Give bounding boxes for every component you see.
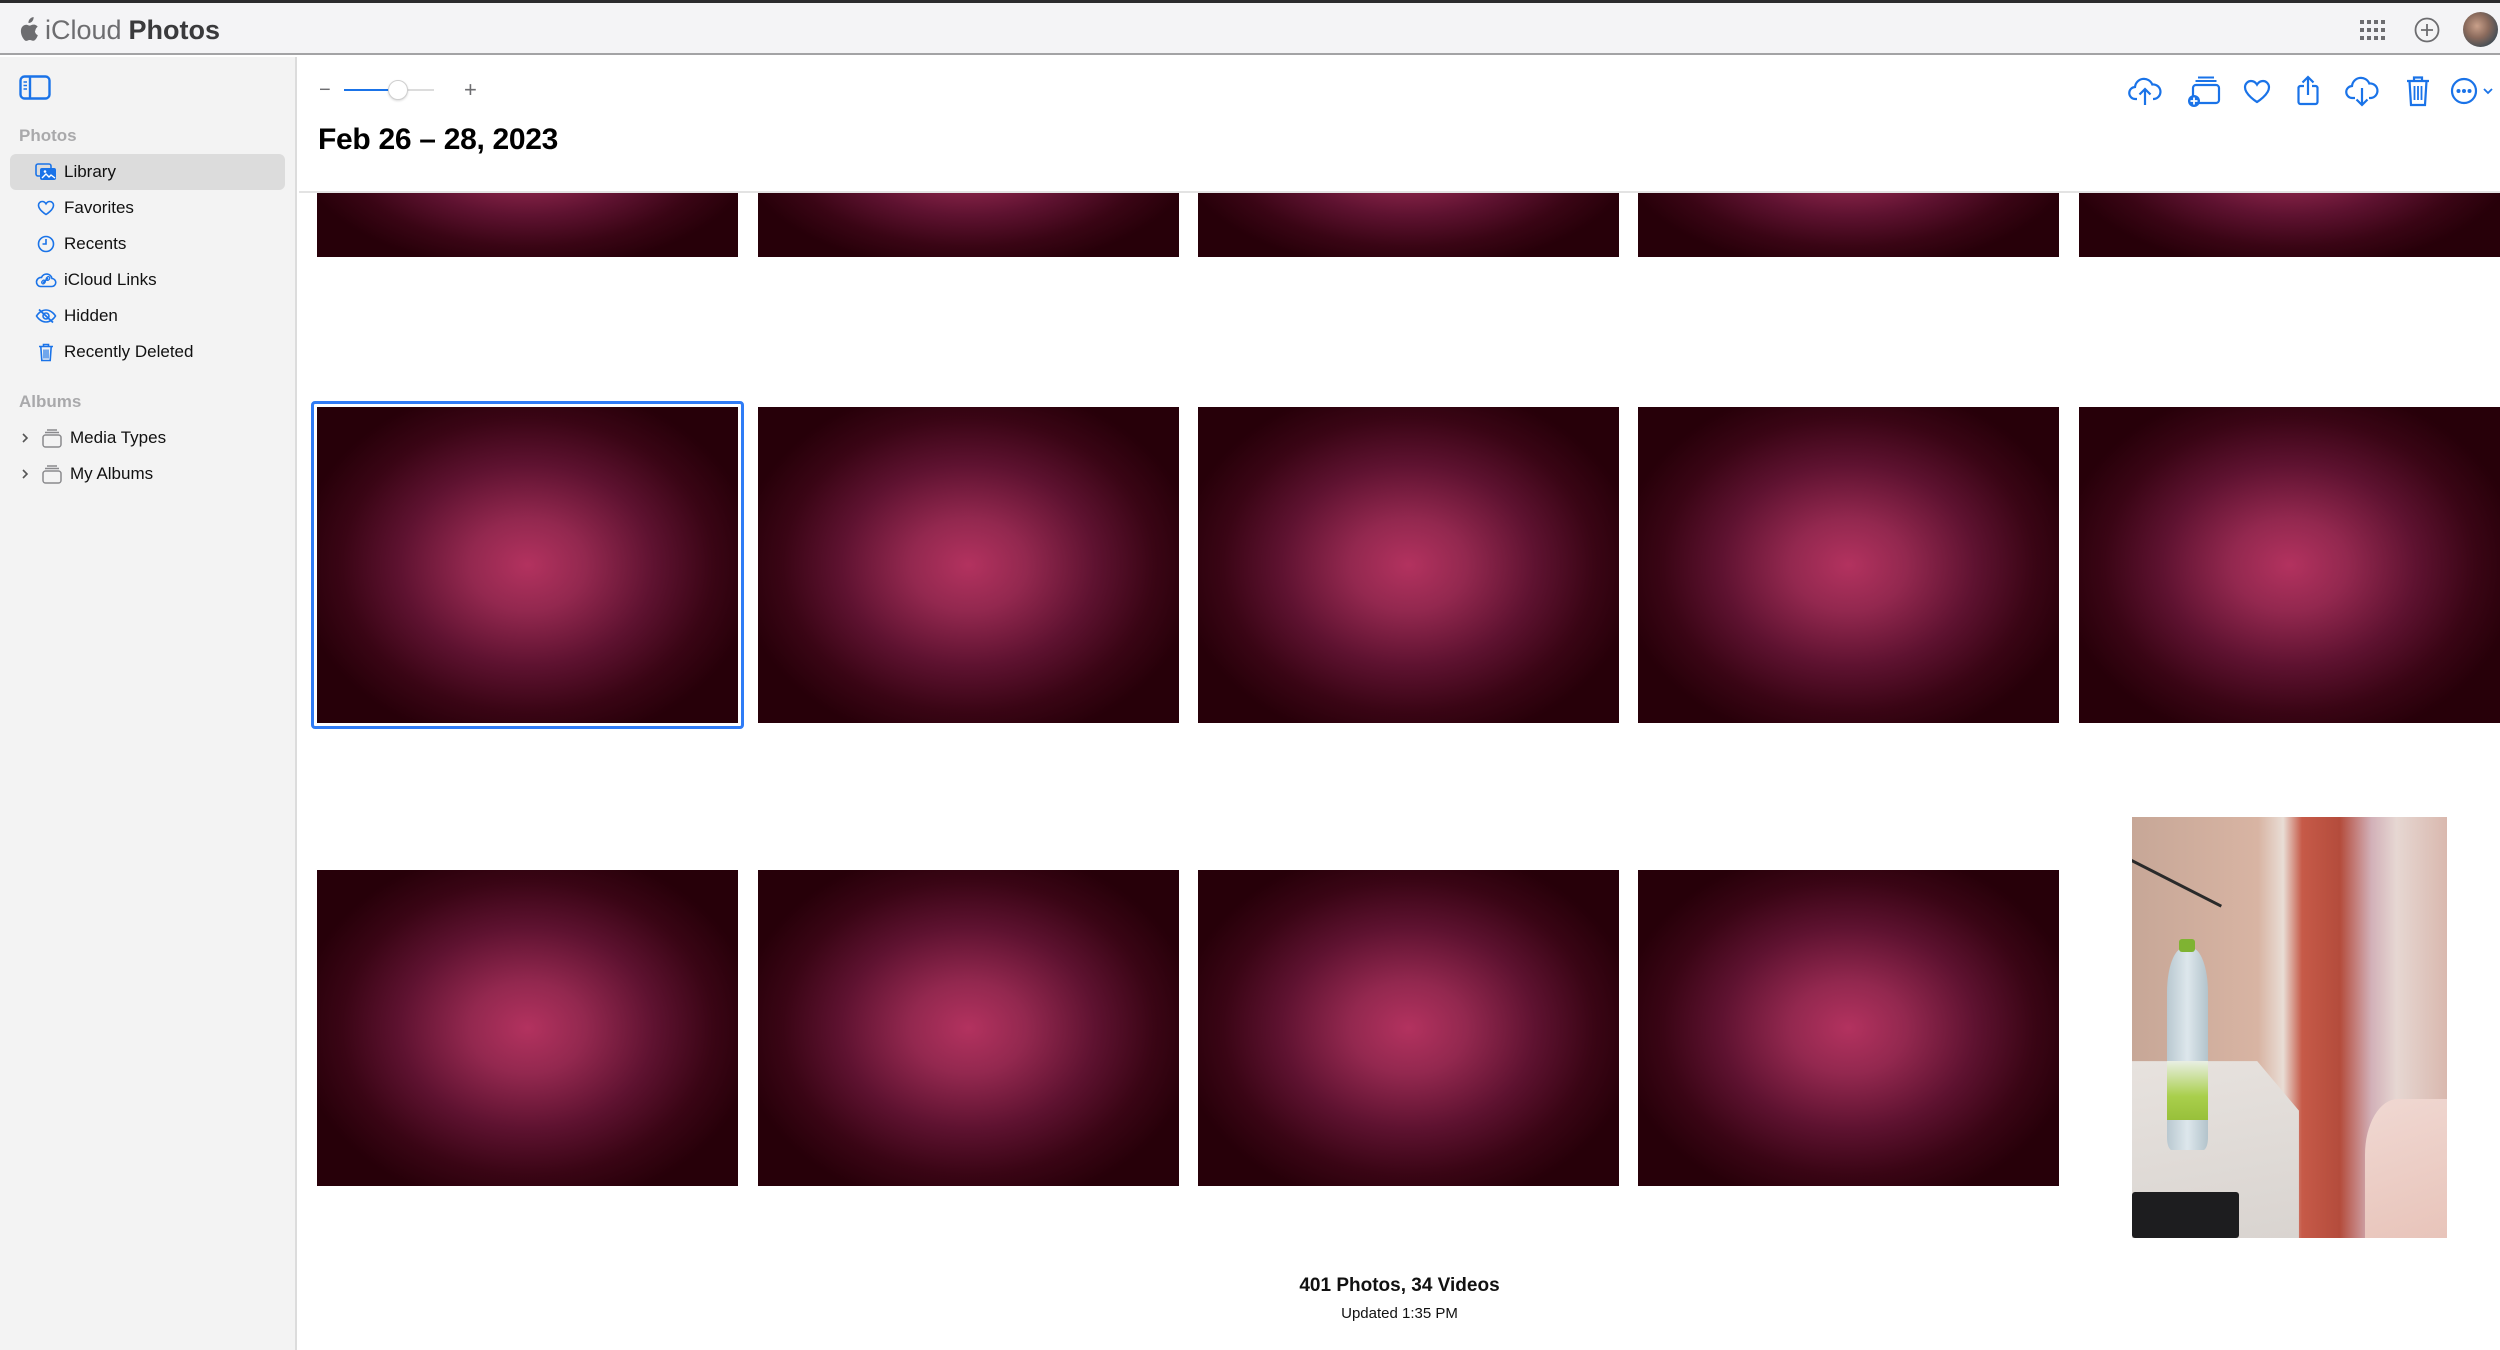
apps-grid-icon [2360,20,2385,40]
sidebar-section-photos: Photos [19,126,77,145]
clock-icon [35,233,57,255]
photo-thumbnail[interactable] [2079,193,2500,257]
delete-icon [2407,76,2429,107]
favorite-icon [2243,79,2271,103]
photo-detail-label [2166,1061,2208,1121]
photo-thumbnail-selected[interactable] [311,401,744,729]
photo-thumbnail[interactable] [758,193,1179,257]
last-updated: Updated 1:35 PM [1341,1305,1458,1322]
trash-icon [35,341,57,363]
heart-icon [35,197,57,219]
more-icon [2450,77,2493,105]
date-range-title: Feb 26 – 28, 2023 [318,123,559,156]
chevron-right-icon[interactable] [18,467,32,481]
upload-icon [2128,77,2162,105]
sidebar-item-favorites[interactable]: Favorites [10,190,285,226]
photo-thumbnail[interactable] [2079,407,2500,723]
favorite-button[interactable] [2237,71,2277,111]
app-header: iCloud Photos [0,3,2500,55]
photo-detail-bed [2365,1099,2447,1238]
sidebar: Photos Library Favorites Recents iCloud … [0,57,297,1350]
sidebar-toggle-button[interactable] [19,75,51,101]
sidebar-item-icloud-links[interactable]: iCloud Links [10,262,285,298]
photo-toolbar [299,71,2500,111]
sidebar-item-label: Favorites [64,198,134,217]
photo-thumbnail[interactable] [317,193,738,257]
sidebar-item-recents[interactable]: Recents [10,226,285,262]
sidebar-section-albums: Albums [19,392,82,411]
album-stack-icon [42,465,62,484]
photo-thumbnail[interactable] [1198,407,1619,723]
download-icon [2345,76,2379,107]
app-brand[interactable]: iCloud Photos [17,13,220,47]
photo-thumbnail[interactable] [758,870,1179,1186]
add-circle-icon [2414,17,2440,43]
photo-thumbnail[interactable] [1198,193,1619,257]
sidebar-item-label: Hidden [64,306,118,325]
add-to-album-button[interactable] [2184,71,2224,111]
photo-thumbnail[interactable] [1198,870,1619,1186]
sidebar-item-label: My Albums [70,464,154,483]
library-count: 401 Photos, 34 Videos [1299,1275,1500,1296]
sidebar-item-library[interactable]: Library [10,154,285,190]
library-icon [35,161,57,183]
sidebar-item-hidden[interactable]: Hidden [10,298,285,334]
brand-name: Photos [128,14,221,45]
more-actions-button[interactable] [2450,71,2496,111]
sidebar-item-label: Media Types [70,428,167,447]
sidebar-toggle-icon [19,75,51,100]
photo-thumbnail[interactable] [1638,193,2059,257]
sidebar-item-label: Library [64,162,116,181]
sidebar-item-recently-deleted[interactable]: Recently Deleted [10,334,285,370]
add-button[interactable] [2410,13,2444,47]
upload-button[interactable] [2125,71,2165,111]
share-button[interactable] [2288,71,2328,111]
sidebar-item-label: iCloud Links [64,270,157,289]
brand-prefix: iCloud [45,14,122,45]
add-to-album-icon [2188,76,2221,107]
download-button[interactable] [2342,71,2382,111]
main-content: − + Feb 26 – 28, 2023 401 Photos, 34 Vid… [299,57,2500,1350]
cloud-link-icon [35,269,57,291]
apps-grid-button[interactable] [2356,13,2390,47]
sidebar-item-label: Recently Deleted [64,342,194,361]
sidebar-item-label: Recents [64,234,127,253]
apple-logo-icon [20,17,38,41]
sidebar-item-media-types[interactable]: Media Types [10,420,285,456]
sidebar-item-my-albums[interactable]: My Albums [10,456,285,492]
photo-thumbnail-room[interactable] [2132,817,2447,1238]
photo-grid [299,191,2500,1350]
photo-thumbnail[interactable] [1638,870,2059,1186]
album-stack-icon [42,429,62,448]
account-avatar[interactable] [2463,12,2498,47]
photo-detail-cap [2179,939,2195,952]
share-icon [2297,75,2319,106]
chevron-right-icon[interactable] [18,431,32,445]
photo-thumbnail[interactable] [317,870,738,1186]
photo-detail-arm [2132,859,2222,908]
delete-button[interactable] [2398,71,2438,111]
photo-detail-phone [2132,1191,2240,1238]
eye-slash-icon [35,305,57,327]
photo-thumbnail[interactable] [1638,407,2059,723]
photo-thumbnail[interactable] [758,407,1179,723]
